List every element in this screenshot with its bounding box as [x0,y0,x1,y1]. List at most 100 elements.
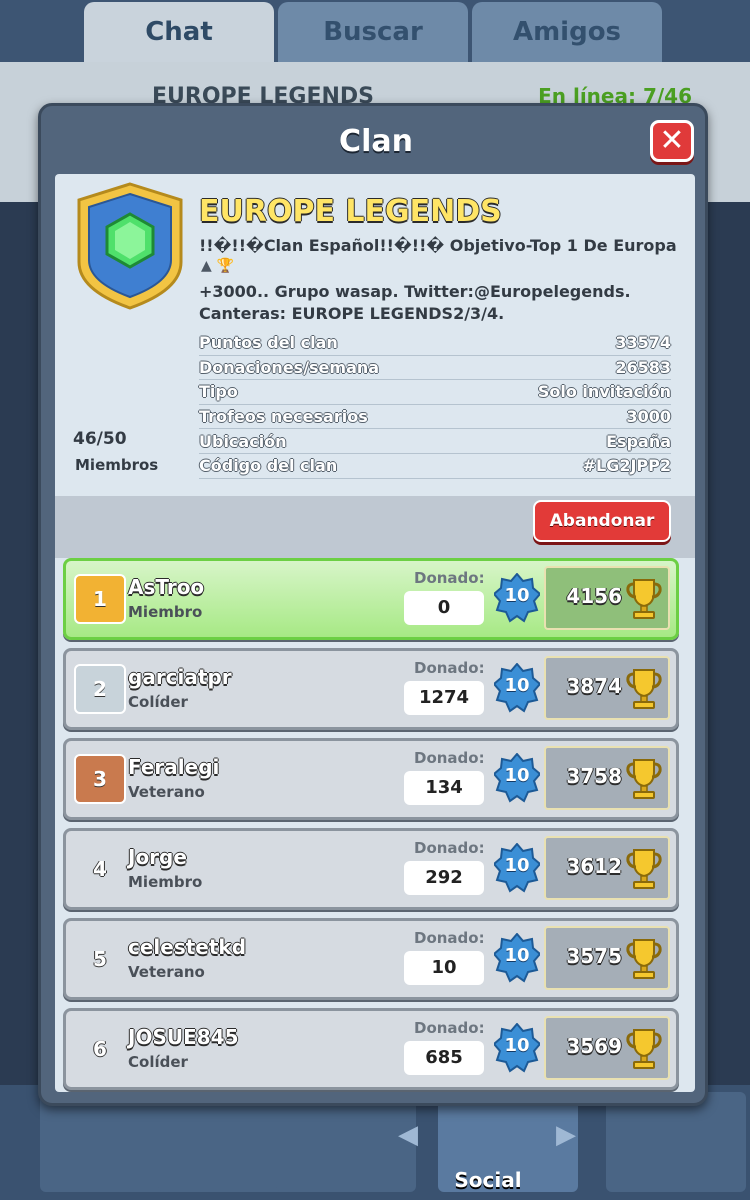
stat-row-required-trophies: Trofeos necesarios 3000 [199,405,671,430]
member-name: Jorge [128,845,187,869]
donated-value: 685 [404,1041,484,1075]
nav-battle-button[interactable] [276,1092,416,1192]
member-name: Feralegi [128,755,220,779]
members-label: Miembros [75,456,159,474]
member-role: Colíder [128,693,188,711]
donated-value: 10 [404,951,484,985]
member-row[interactable]: 4 Jorge Miembro Donado: 292 10 3612 [63,828,679,910]
donated-label: Donado: [414,659,485,677]
nav-left-arrow-icon[interactable]: ◀ [398,1120,418,1150]
level-text: 10 [504,855,530,876]
rank-badge-silver: 2 [74,664,126,714]
member-row[interactable]: 5 celestetkd Veterano Donado: 10 10 3575 [63,918,679,1000]
member-list: 1 AsTroo Miembro Donado: 0 10 4156 2 gar… [63,558,679,1092]
trophy-count: 3758 [566,764,622,788]
member-row[interactable]: 2 garciatpr Colíder Donado: 1274 10 3874 [63,648,679,730]
trophy-box: 4156 [544,566,670,630]
donated-label: Donado: [414,749,485,767]
trophy-count: 3575 [566,944,622,968]
member-role: Miembro [128,873,203,891]
trophy-count: 3874 [566,674,622,698]
donated-label: Donado: [414,569,485,587]
stat-value: Solo invitación [537,382,671,402]
member-row[interactable]: 1 AsTroo Miembro Donado: 0 10 4156 [63,558,679,640]
stat-label: Código del clan [199,456,338,476]
member-name: garciatpr [128,665,232,689]
member-name: celestetkd [128,935,247,959]
level-text: 10 [504,585,530,606]
clan-info-modal: Clan ✕ EUROPE LEGENDS !!�!!�Clan Español… [38,103,708,1106]
close-icon: ✕ [659,123,685,158]
stat-row-clan-code: Código del clan #LG2JPP2 [199,454,671,479]
rank-badge-bronze: 3 [74,754,126,804]
stat-value: 26583 [615,357,671,377]
rank-number: 4 [93,857,107,881]
member-row[interactable]: 3 Feralegi Veterano Donado: 134 10 3758 [63,738,679,820]
stat-row-type: Tipo Solo invitación [199,380,671,405]
stat-value: España [606,431,671,451]
trophy-box: 3874 [544,656,670,720]
clan-description-line3: Canteras: EUROPE LEGENDS2/3/4. [199,304,505,323]
level-text: 10 [504,675,530,696]
clan-badge-icon [77,182,183,310]
trophy-box: 3758 [544,746,670,810]
member-role: Colíder [128,1053,188,1071]
tab-buscar[interactable]: Buscar [278,2,468,62]
member-role: Veterano [128,963,205,981]
members-count: 46/50 [73,429,127,449]
trophy-icon [626,579,662,619]
leave-clan-button[interactable]: Abandonar [533,500,671,542]
trophy-icon [626,669,662,709]
rank-badge-gold: 1 [74,574,126,624]
donated-label: Donado: [414,929,485,947]
trophy-box: 3612 [544,836,670,900]
trophy-icon [626,1029,662,1069]
member-row[interactable]: 6 JOSUE845 Colíder Donado: 685 10 3569 [63,1008,679,1090]
trophy-icon [626,759,662,799]
trophy-icon [626,939,662,979]
member-role: Miembro [128,603,203,621]
trophy-count: 4156 [566,584,622,608]
member-role: Veterano [128,783,205,801]
trophy-count: 3569 [566,1034,622,1058]
tab-amigos[interactable]: Amigos [472,2,662,62]
stat-value: #LG2JPP2 [582,456,671,476]
trophy-box: 3569 [544,1016,670,1080]
donated-label: Donado: [414,1019,485,1037]
donated-value: 134 [404,771,484,805]
donated-label: Donado: [414,839,485,857]
stat-value: 33574 [615,333,671,353]
trophy-box: 3575 [544,926,670,990]
nav-right-arrow-icon[interactable]: ▶ [556,1120,576,1150]
level-text: 10 [504,765,530,786]
clan-stats: Puntos del clan 33574 Donaciones/semana … [199,331,671,479]
modal-title: Clan [339,124,413,159]
clan-name: EUROPE LEGENDS [199,194,502,229]
trophy-count: 3612 [566,854,622,878]
stat-row-location: Ubicación España [199,429,671,454]
rank-number: 6 [93,1037,107,1061]
trophy-icon [626,849,662,889]
clan-description-line1: !!�!!�Clan Español!!�!!� Objetivo-Top 1 … [199,236,677,255]
donated-value: 0 [404,591,484,625]
description-icons: ▲ 🏆 [201,258,235,274]
member-name: AsTroo [128,575,205,599]
stat-label: Donaciones/semana [199,357,380,377]
level-text: 10 [504,1035,530,1056]
stat-value: 3000 [626,407,671,427]
stat-label: Puntos del clan [199,333,338,353]
stat-row-points: Puntos del clan 33574 [199,331,671,356]
stat-label: Ubicación [199,431,287,451]
stat-label: Trofeos necesarios [199,407,368,427]
clan-description-line2: +3000.. Grupo wasap. Twitter:@Europelege… [199,282,631,301]
stat-row-donations: Donaciones/semana 26583 [199,356,671,381]
donated-value: 1274 [404,681,484,715]
nav-tournaments-button[interactable] [606,1092,746,1192]
nav-social-label: Social [454,1168,522,1192]
donated-value: 292 [404,861,484,895]
rank-number: 5 [93,947,107,971]
close-button[interactable]: ✕ [650,120,694,162]
tab-chat[interactable]: Chat [84,2,274,62]
clan-panel: EUROPE LEGENDS !!�!!�Clan Español!!�!!� … [55,174,695,1092]
member-name: JOSUE845 [128,1025,239,1049]
